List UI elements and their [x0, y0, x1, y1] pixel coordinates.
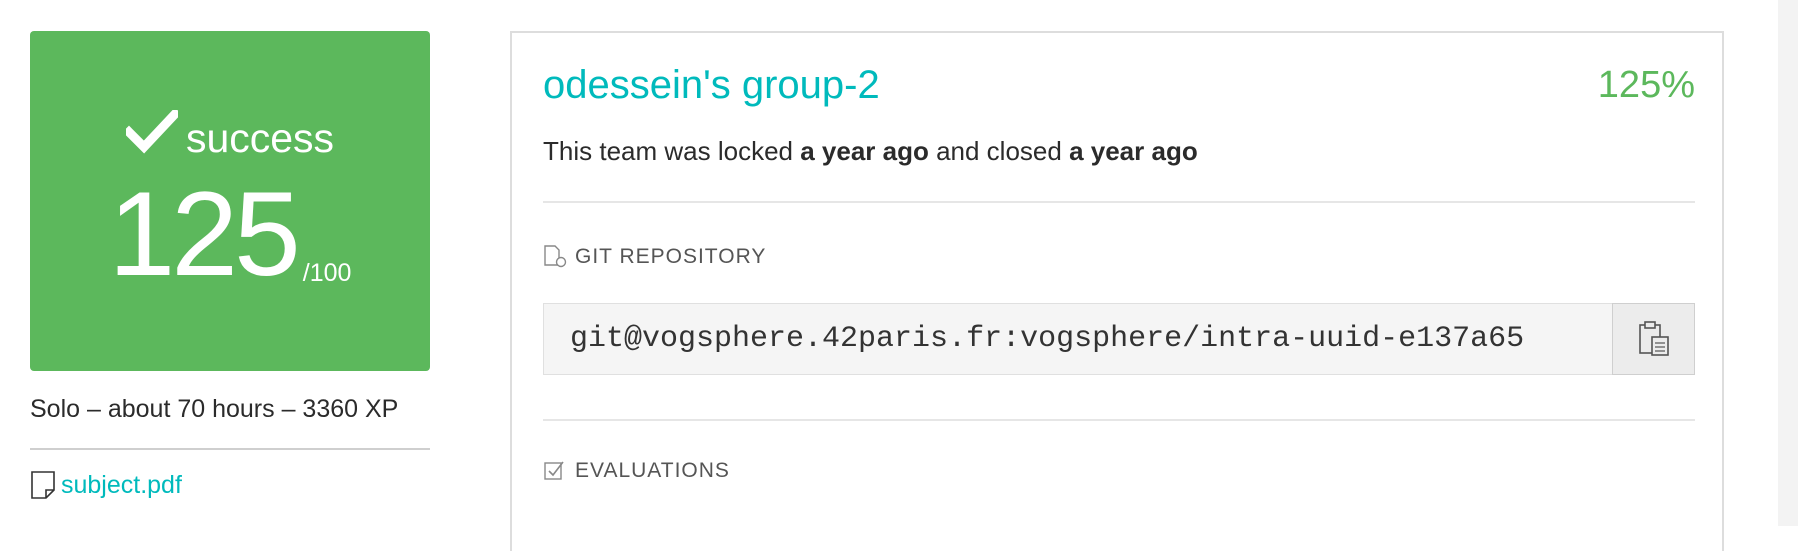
file-icon [31, 471, 55, 499]
lock-prefix: This team was locked [543, 136, 801, 166]
copy-button[interactable] [1612, 303, 1695, 375]
closed-when: a year ago [1069, 136, 1198, 166]
project-meta: Solo – about 70 hours – 3360 XP [30, 395, 399, 423]
repo-row: git@vogsphere.42paris.fr:vogsphere/intra… [543, 303, 1695, 375]
check-icon [125, 109, 178, 153]
scrollbar[interactable] [1778, 0, 1798, 526]
divider [543, 201, 1695, 203]
team-name: odessein's group-2 [543, 63, 880, 107]
team-percent: 125% [1597, 64, 1695, 106]
git-section-label: GIT REPOSITORY [575, 245, 767, 268]
team-header: odessein's group-2 125% [543, 63, 1695, 108]
team-lock-status: This team was locked a year ago and clos… [543, 136, 1695, 167]
evaluations-section-title: EVALUATIONS [543, 459, 1695, 483]
evaluations-section-label: EVALUATIONS [575, 459, 730, 482]
checkbox-icon [544, 461, 564, 480]
locked-when: a year ago [800, 136, 929, 166]
subject-link[interactable]: subject.pdf [61, 471, 182, 500]
divider [543, 419, 1695, 421]
status-text: success [185, 115, 335, 161]
repo-url-field[interactable]: git@vogsphere.42paris.fr:vogsphere/intra… [543, 303, 1612, 375]
git-section-title: GIT REPOSITORY [543, 245, 1695, 269]
score-max: /100 [302, 259, 352, 287]
status-row: success [125, 101, 335, 162]
subject-row: subject.pdf [30, 470, 430, 500]
clipboard-icon [1638, 321, 1669, 356]
git-repo-icon [544, 245, 567, 268]
team-panel: odessein's group-2 125% This team was lo… [510, 31, 1724, 551]
lock-middle: and closed [928, 136, 1070, 166]
score-row: 125 /100 [108, 167, 352, 301]
team-panel-content: odessein's group-2 125% This team was lo… [543, 63, 1695, 483]
success-card: success 125 /100 [30, 31, 430, 371]
divider [30, 448, 430, 450]
final-score: 125 [108, 167, 301, 301]
project-summary: success 125 /100 Solo – about 70 hours –… [30, 31, 430, 500]
